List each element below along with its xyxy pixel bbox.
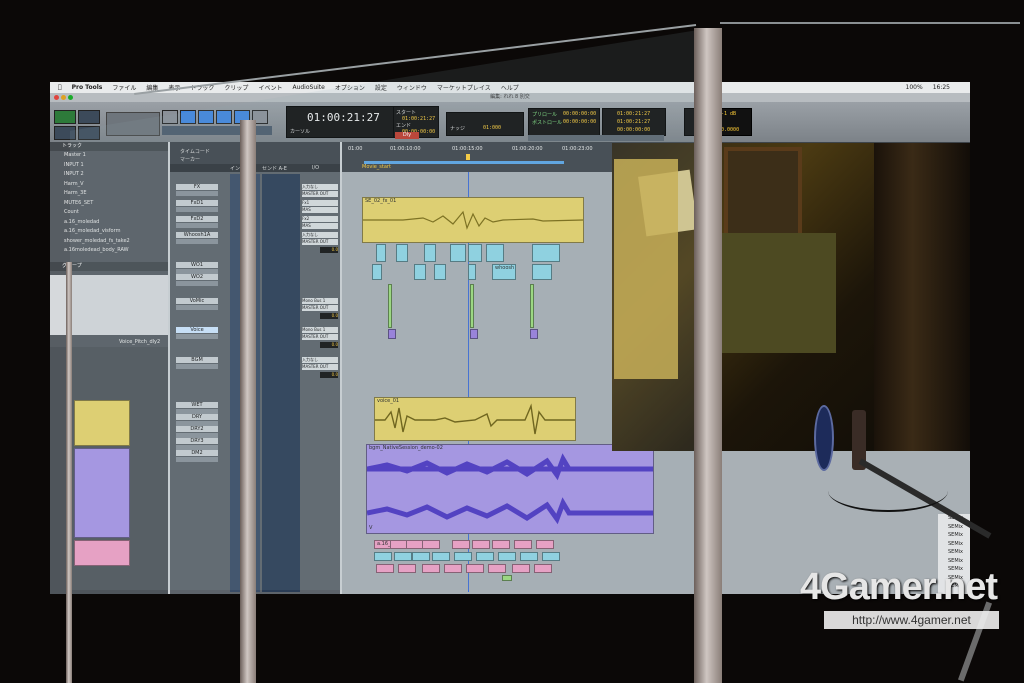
video-dark-figure	[874, 143, 970, 451]
apple-icon[interactable]: 	[58, 84, 62, 91]
battery-status[interactable]: 100%	[906, 84, 923, 91]
zoom-window-button[interactable]	[68, 95, 73, 100]
stand-post-left	[66, 262, 72, 683]
right-track-label[interactable]: SEMix	[938, 548, 970, 557]
close-window-button[interactable]	[54, 95, 59, 100]
db-value: -1 dB	[721, 111, 737, 117]
traffic-lights	[54, 95, 73, 100]
glass-edge-top-right	[720, 22, 1020, 24]
menu-audiosuite[interactable]: AudioSuite	[292, 84, 324, 91]
right-track-label[interactable]: SEMix	[938, 531, 970, 540]
menu-clip[interactable]: クリップ	[224, 83, 248, 92]
spot-mode-button[interactable]	[78, 110, 100, 124]
pop-filter	[814, 405, 834, 471]
minimize-window-button[interactable]	[61, 95, 66, 100]
right-track-label[interactable]: SEMix	[938, 540, 970, 549]
stand-post-middle	[240, 120, 256, 683]
watermark-url[interactable]: http://www.4gamer.net	[824, 611, 999, 629]
menu-event[interactable]: イベント	[258, 83, 282, 92]
stand-post-right	[694, 28, 722, 683]
right-track-label[interactable]: SEMix	[938, 557, 970, 566]
mic-cable	[828, 470, 948, 512]
menu-app[interactable]: Pro Tools	[72, 84, 103, 91]
menu-file[interactable]: ファイル	[112, 83, 136, 92]
watermark-brand: 4Gamer.net	[800, 566, 998, 608]
shuffle-mode-button[interactable]	[54, 110, 76, 124]
video-frame-picture	[724, 147, 802, 241]
clock[interactable]: 16:25	[933, 84, 970, 91]
